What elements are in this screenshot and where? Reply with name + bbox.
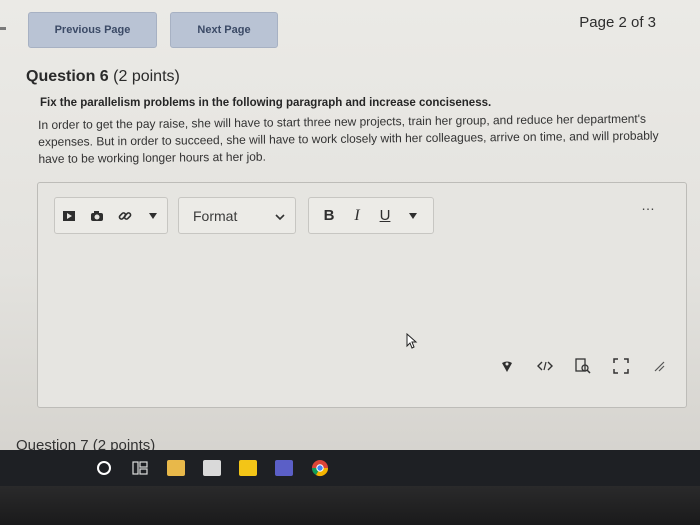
page-indicator: Page 2 of 3 bbox=[579, 14, 656, 31]
code-view-icon[interactable] bbox=[534, 355, 556, 377]
more-options-icon[interactable]: … bbox=[641, 197, 656, 213]
editor-bottom-tools bbox=[496, 355, 670, 377]
answer-editor[interactable]: Format B I U … bbox=[37, 182, 687, 408]
file-explorer-icon[interactable] bbox=[164, 456, 188, 480]
video-icon[interactable] bbox=[55, 202, 83, 230]
windows-taskbar bbox=[0, 450, 700, 486]
sticky-notes-icon[interactable] bbox=[236, 456, 260, 480]
previous-page-button[interactable]: Previous Page bbox=[28, 12, 157, 48]
find-replace-icon[interactable] bbox=[572, 355, 594, 377]
accessibility-icon[interactable] bbox=[496, 355, 518, 377]
bold-button[interactable]: B bbox=[315, 202, 343, 230]
teams-icon[interactable] bbox=[272, 456, 296, 480]
laptop-bezel bbox=[0, 486, 700, 525]
question-instruction: Fix the parallelism problems in the foll… bbox=[40, 97, 492, 109]
underline-button[interactable]: U bbox=[371, 202, 399, 230]
format-select[interactable]: Format bbox=[178, 197, 296, 234]
question-points: (2 points) bbox=[113, 68, 180, 85]
camera-icon[interactable] bbox=[83, 202, 111, 230]
format-select-value: Format bbox=[193, 207, 238, 224]
cortana-icon[interactable] bbox=[92, 456, 116, 480]
question-number: Question 6 bbox=[26, 68, 109, 85]
chrome-icon[interactable] bbox=[308, 456, 332, 480]
caret-down-icon[interactable] bbox=[139, 202, 167, 230]
mouse-cursor-icon bbox=[406, 332, 418, 354]
chevron-down-icon bbox=[275, 208, 285, 224]
next-question-title: Question 7 (2 points) bbox=[16, 437, 156, 450]
insert-tools-group bbox=[54, 197, 168, 234]
quiz-page: Previous Page Next Page Page 2 of 3 Ques… bbox=[0, 0, 700, 450]
link-icon[interactable] bbox=[111, 202, 139, 230]
window-edge-marker bbox=[0, 27, 6, 30]
question-paragraph: In order to get the pay raise, she will … bbox=[38, 111, 659, 166]
question-title: Question 6 (2 points) bbox=[26, 68, 180, 86]
resize-handle-icon[interactable] bbox=[648, 355, 670, 377]
fullscreen-icon[interactable] bbox=[610, 355, 632, 377]
italic-button[interactable]: I bbox=[343, 202, 371, 230]
text-format-group: B I U bbox=[308, 197, 434, 234]
format-more-caret-icon[interactable] bbox=[399, 202, 427, 230]
next-page-button[interactable]: Next Page bbox=[170, 12, 278, 48]
task-view-icon[interactable] bbox=[128, 456, 152, 480]
editor-toolbar: Format B I U bbox=[54, 197, 674, 234]
store-icon[interactable] bbox=[200, 456, 224, 480]
